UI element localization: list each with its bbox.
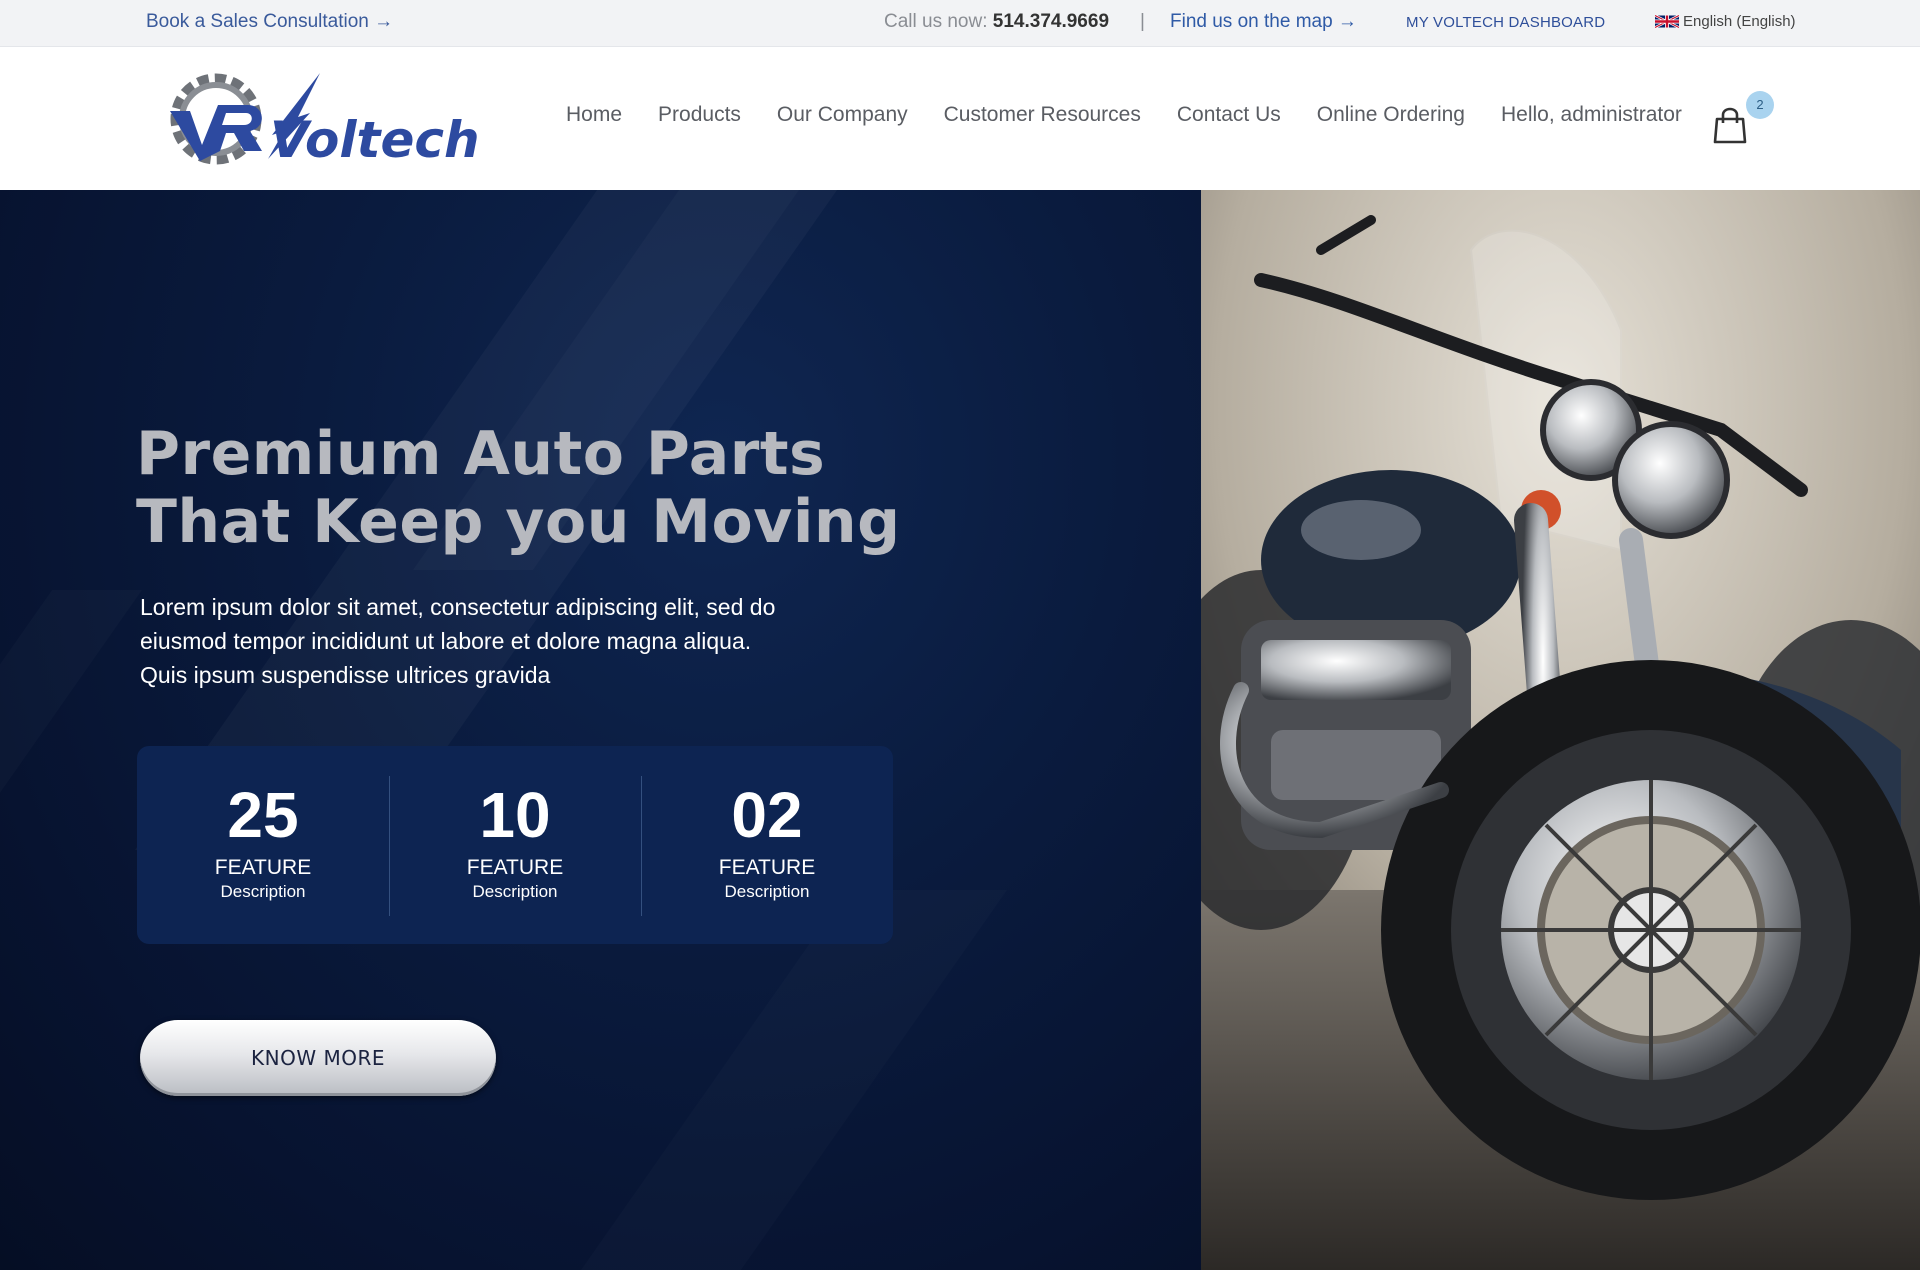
hero-description-line-2: eiusmod tempor incididunt ut labore et d… xyxy=(140,628,752,654)
feature-stat: 25 FEATURE Description xyxy=(137,746,389,944)
hero-title: Premium Auto Parts That Keep you Moving xyxy=(136,420,901,556)
call-label: Call us now: xyxy=(884,11,988,32)
uk-flag-icon xyxy=(1655,14,1679,29)
nav-customer-resources[interactable]: Customer Resources xyxy=(944,103,1141,127)
nav-online-ordering[interactable]: Online Ordering xyxy=(1317,103,1465,127)
hero-description-line-3: Quis ipsum suspendisse ultrices gravida xyxy=(140,662,551,688)
language-selector[interactable]: English (English) xyxy=(1655,13,1796,30)
stat-number: 02 xyxy=(731,779,803,851)
know-more-button[interactable]: KNOW MORE xyxy=(140,1020,496,1096)
hero-description-line-1: Lorem ipsum dolor sit amet, consectetur … xyxy=(140,594,776,620)
nav-products[interactable]: Products xyxy=(658,103,741,127)
voltech-logo[interactable]: Voltech xyxy=(160,65,500,175)
motorcycle-illustration xyxy=(1201,190,1920,1270)
topbar-separator: | xyxy=(1140,11,1145,32)
hero-title-line-1: Premium Auto Parts xyxy=(136,419,826,489)
call-us: Call us now: 514.374.9669 xyxy=(884,11,1109,33)
nav-home[interactable]: Home xyxy=(566,103,622,127)
phone-number[interactable]: 514.374.9669 xyxy=(993,11,1109,32)
dashboard-link[interactable]: MY VOLTECH DASHBOARD xyxy=(1406,14,1605,31)
stat-label: FEATURE xyxy=(718,856,816,879)
shopping-bag-icon[interactable] xyxy=(1712,105,1748,145)
top-utility-bar: Book a Sales Consultation → Call us now:… xyxy=(0,0,1920,47)
feature-stats-panel: 25 FEATURE Description 10 FEATURE Descri… xyxy=(137,746,893,944)
nav-account[interactable]: Hello, administrator xyxy=(1501,103,1682,127)
hero-section: Premium Auto Parts That Keep you Moving … xyxy=(0,190,1201,1270)
stat-description: Description xyxy=(724,882,810,901)
stat-number: 25 xyxy=(227,779,299,851)
language-label: English (English) xyxy=(1683,13,1796,30)
stat-description: Description xyxy=(472,882,558,901)
decorative-stripe xyxy=(0,590,142,910)
nav-our-company[interactable]: Our Company xyxy=(777,103,908,127)
stat-label: FEATURE xyxy=(466,856,564,879)
book-consultation-link[interactable]: Book a Sales Consultation → xyxy=(146,11,393,33)
nav-contact-us[interactable]: Contact Us xyxy=(1177,103,1281,127)
stat-description: Description xyxy=(220,882,306,901)
decorative-stripe xyxy=(553,890,1007,1270)
stat-number: 10 xyxy=(479,779,551,851)
stat-label: FEATURE xyxy=(214,856,312,879)
hero-title-line-2: That Keep you Moving xyxy=(136,487,901,557)
brand-name: Voltech xyxy=(270,111,480,169)
cart-count-badge: 2 xyxy=(1746,91,1774,119)
feature-stat: 10 FEATURE Description xyxy=(389,746,641,944)
hero-description: Lorem ipsum dolor sit amet, consectetur … xyxy=(140,590,840,692)
main-nav: Home Products Our Company Customer Resou… xyxy=(566,103,1718,127)
hero-motorcycle-image xyxy=(1201,190,1920,1270)
map-link[interactable]: Find us on the map → xyxy=(1170,11,1357,33)
feature-stat: 02 FEATURE Description xyxy=(641,746,893,944)
site-header: Voltech Home Products Our Company Custom… xyxy=(0,47,1920,190)
